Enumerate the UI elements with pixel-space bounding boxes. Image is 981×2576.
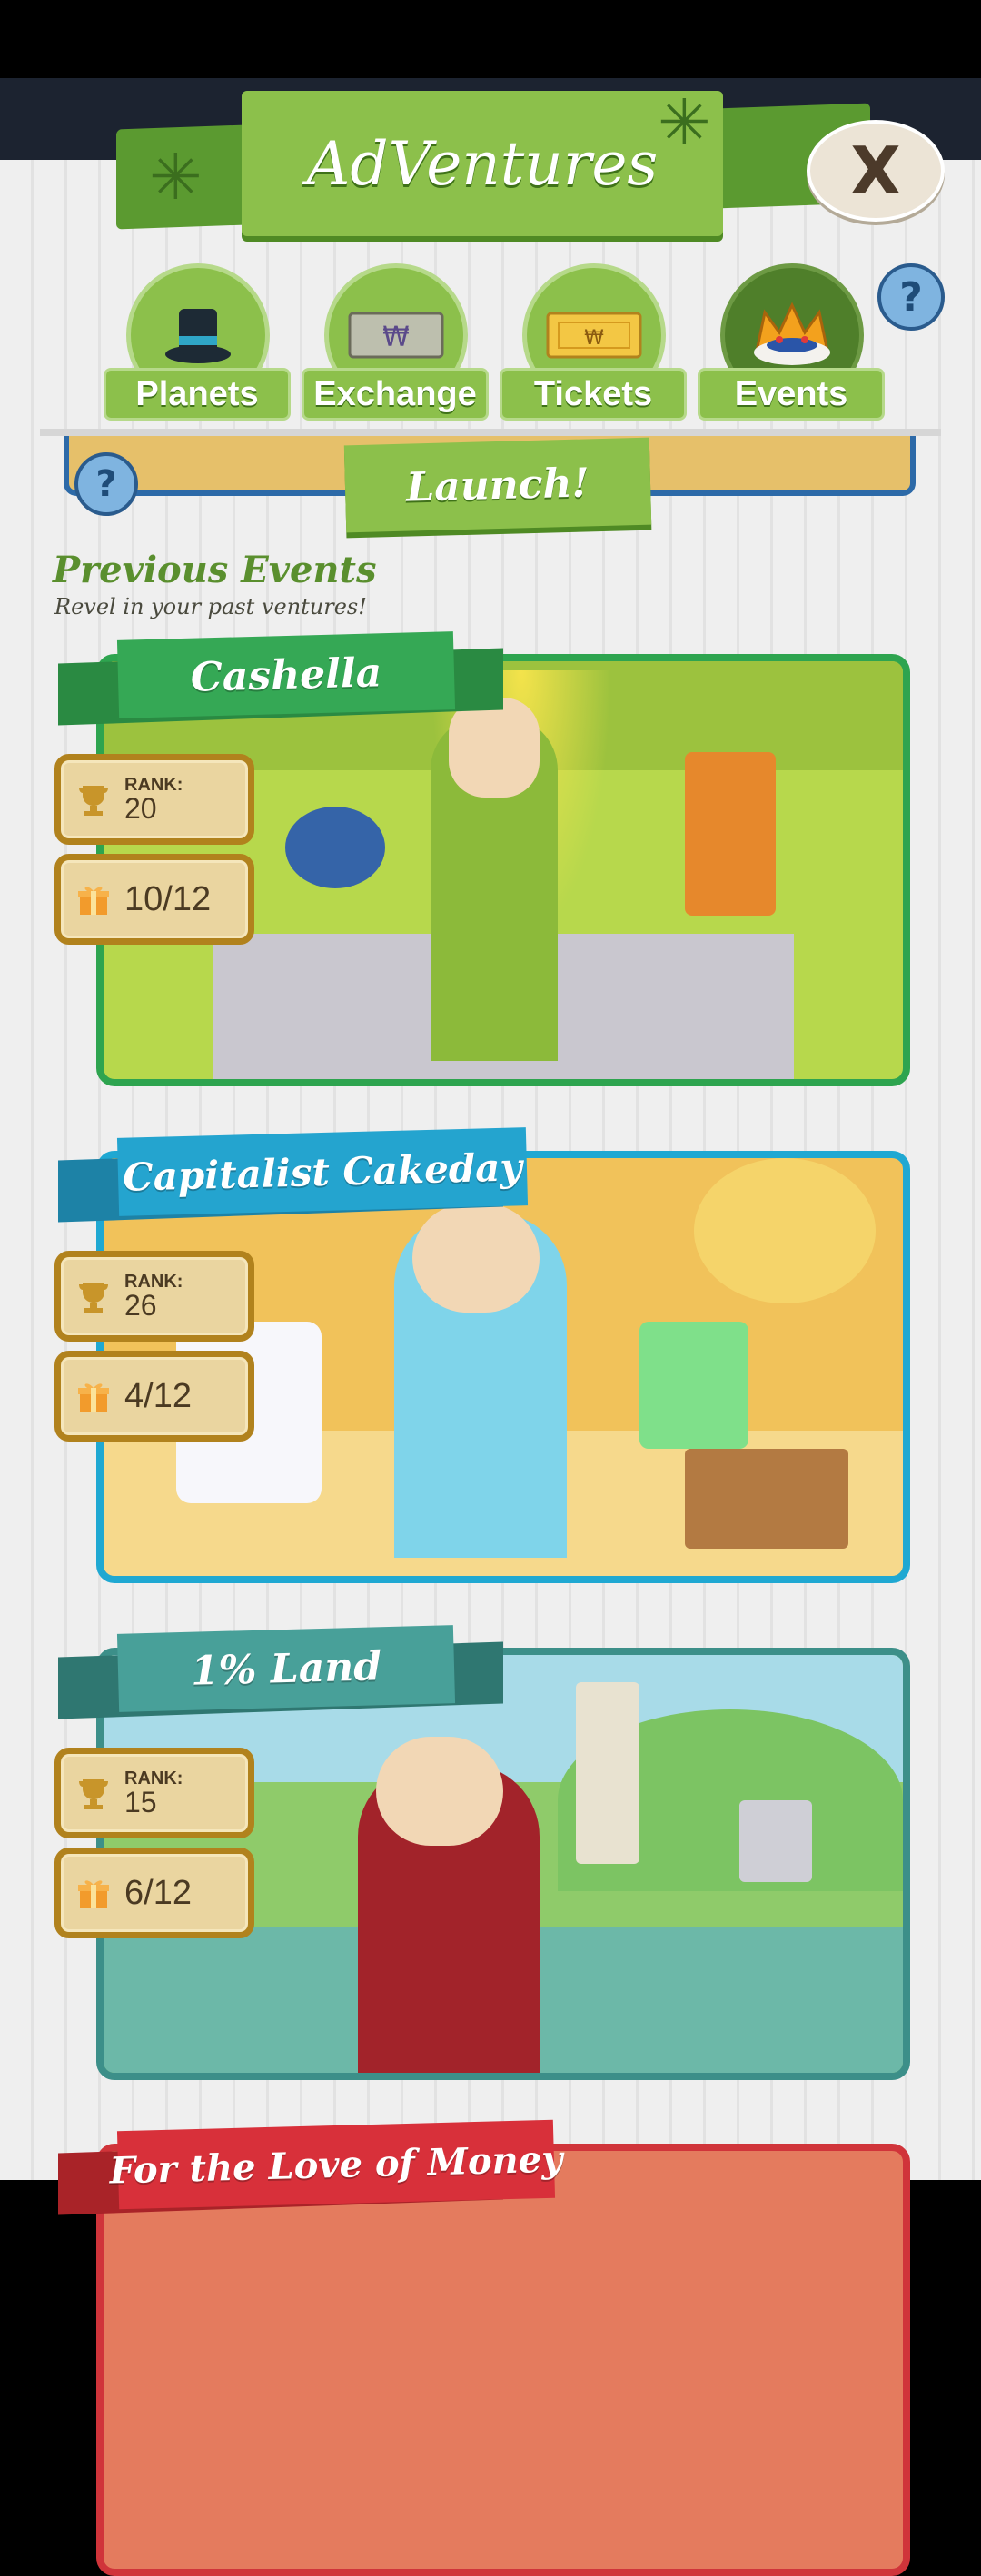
tab-exchange-label: Exchange <box>302 368 489 421</box>
gift-icon <box>75 1378 112 1414</box>
tab-tickets[interactable]: ₩ Tickets <box>500 263 687 421</box>
help-button[interactable]: ? <box>74 452 138 516</box>
rank-value: 15 <box>124 1786 157 1818</box>
section-subtitle: Revel in your past ventures! <box>54 594 367 619</box>
event-banner: 1% Land <box>54 1625 509 1719</box>
gift-icon <box>75 1875 112 1911</box>
title-ribbon: ✳ AdVentures ✳ <box>116 91 870 245</box>
event-card-cashella[interactable]: Cashella RANK: 20 10/12 <box>54 631 910 1090</box>
top-hat-icon <box>165 309 231 363</box>
prize-count: 6/12 <box>124 1873 192 1912</box>
event-banner: Capitalist Cakeday <box>54 1127 529 1223</box>
divider <box>40 429 941 436</box>
trophy-icon <box>75 1278 112 1314</box>
crown-icon <box>754 302 830 365</box>
gift-badge: 6/12 <box>54 1848 254 1938</box>
page-title: AdVentures <box>306 128 659 199</box>
rank-label: RANK: <box>124 1272 183 1292</box>
section-title: Previous Events <box>53 549 377 591</box>
event-name: 1% Land <box>116 1625 456 1712</box>
close-button[interactable]: X <box>807 120 945 222</box>
tab-planets[interactable]: Planets <box>104 263 291 421</box>
gift-badge: 4/12 <box>54 1351 254 1442</box>
prize-count: 4/12 <box>124 1376 192 1415</box>
rank-badge: RANK: 20 <box>54 754 254 845</box>
tab-planets-label: Planets <box>104 368 291 421</box>
trophy-icon <box>75 781 112 817</box>
rank-value: 20 <box>124 792 157 825</box>
tab-tickets-label: Tickets <box>500 368 687 421</box>
event-name: For the Love of Money <box>109 2119 563 2210</box>
rank-label: RANK: <box>124 1769 183 1788</box>
rank-badge: RANK: 26 <box>54 1251 254 1342</box>
rank-badge: RANK: 15 <box>54 1748 254 1838</box>
gift-badge: 10/12 <box>54 854 254 945</box>
help-button[interactable]: ? <box>877 263 945 331</box>
tab-exchange[interactable]: ₩ Exchange <box>302 263 489 421</box>
svg-text:₩: ₩ <box>584 327 604 350</box>
event-card-1-percent-land[interactable]: 1% Land RANK: 15 6/12 <box>54 1625 910 2084</box>
money-bill-icon: ₩ <box>348 312 444 359</box>
rank-value: 26 <box>124 1289 157 1322</box>
rank-label: RANK: <box>124 775 183 795</box>
trophy-icon <box>75 1775 112 1811</box>
event-card-for-the-love-of-money[interactable]: For the Love of Money <box>54 2119 910 2576</box>
event-banner: Cashella <box>54 631 509 726</box>
launch-button[interactable]: Launch! <box>343 437 652 533</box>
event-card-capitalist-cakeday[interactable]: Capitalist Cakeday RANK: 26 4/12 <box>54 1127 910 1587</box>
title-banner: AdVentures <box>242 91 723 236</box>
event-banner: For the Love of Money <box>54 2119 563 2215</box>
prize-count: 10/12 <box>124 879 212 918</box>
ticket-icon: ₩ <box>546 312 642 359</box>
tab-events-label: Events <box>698 368 885 421</box>
gift-icon <box>75 881 112 917</box>
svg-text:₩: ₩ <box>382 322 410 353</box>
star-icon: ✳ <box>149 142 203 213</box>
tab-events[interactable]: Events <box>698 263 885 421</box>
star-icon: ✳ <box>658 87 711 158</box>
event-name: Cashella <box>116 631 456 718</box>
event-name: Capitalist Cakeday <box>116 1127 529 1216</box>
